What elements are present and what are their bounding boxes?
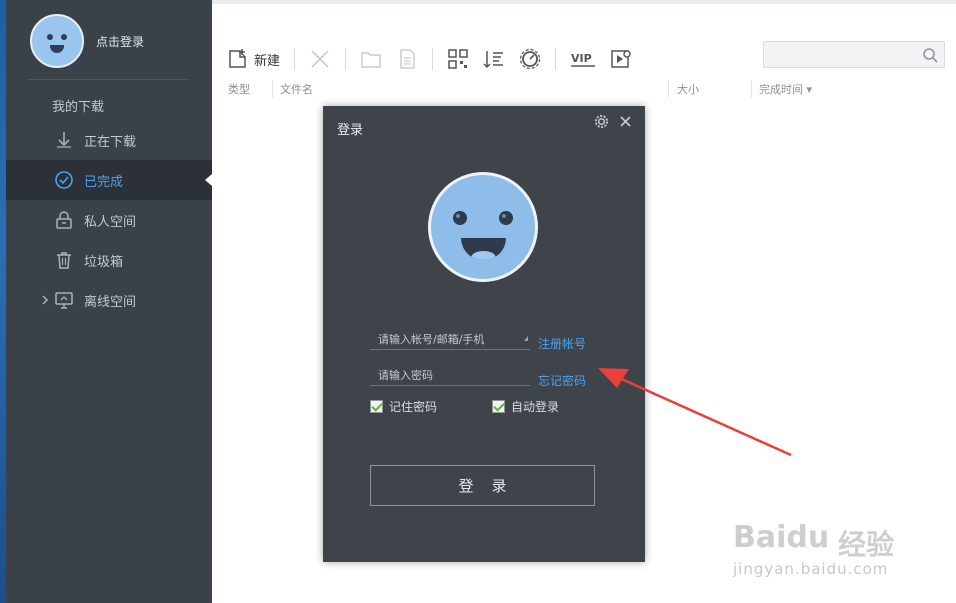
column-type[interactable]: 类型 <box>228 81 250 97</box>
download-arrow-icon <box>57 132 71 148</box>
search-icon[interactable] <box>922 47 938 63</box>
vip-icon: VIP <box>571 52 596 67</box>
lock-icon <box>56 211 72 229</box>
qr-code-icon <box>448 49 468 69</box>
toolbar: 新建 VIP <box>226 44 646 74</box>
sort-button[interactable] <box>483 45 505 73</box>
account-field[interactable] <box>370 326 530 350</box>
sort-list-icon <box>483 51 504 69</box>
column-header: 类型 文件名 大小 完成时间 ▾ <box>212 80 956 98</box>
sidebar-item-downloading[interactable]: 正在下载 <box>6 120 212 160</box>
svg-text:VIP: VIP <box>571 52 592 65</box>
chevron-right-icon[interactable] <box>40 293 50 307</box>
file-icon <box>400 49 415 69</box>
column-completed-time[interactable]: 完成时间 ▾ <box>759 81 812 97</box>
forgot-password-link[interactable]: 忘记密码 <box>538 372 586 389</box>
gear-icon[interactable] <box>594 114 609 129</box>
password-input[interactable] <box>378 366 518 384</box>
video-play-button[interactable] <box>610 45 632 73</box>
login-dialog: 登录 注册帐号 忘记密码 记住密码 自动登录 登录 <box>323 106 645 562</box>
play-search-icon <box>611 50 631 68</box>
column-filename[interactable]: 文件名 <box>280 81 313 97</box>
login-button[interactable]: 登录 <box>370 465 595 506</box>
section-title-my-downloads: 我的下载 <box>52 100 105 115</box>
open-file-button[interactable] <box>396 45 418 73</box>
sidebar-item-label: 已完成 <box>84 175 124 190</box>
delete-x-icon <box>311 50 329 68</box>
delete-button[interactable] <box>309 45 331 73</box>
dialog-title: 登录 <box>337 123 364 138</box>
close-icon[interactable] <box>619 115 632 128</box>
sidebar-item-trash[interactable]: 垃圾箱 <box>6 240 212 280</box>
remember-password-checkbox[interactable]: 记住密码 <box>370 398 437 415</box>
qr-code-button[interactable] <box>447 45 469 73</box>
checkbox-checked[interactable] <box>492 400 505 413</box>
column-size[interactable]: 大小 <box>677 81 699 97</box>
avatar[interactable] <box>30 14 84 68</box>
sidebar-item-completed[interactable]: 已完成 <box>6 160 212 200</box>
gauge-gear-icon <box>519 48 541 70</box>
trash-icon <box>57 252 71 269</box>
checkbox-checked[interactable] <box>370 400 383 413</box>
vip-button[interactable]: VIP <box>570 45 596 73</box>
account-input[interactable] <box>378 330 518 348</box>
sidebar-item-offline-space[interactable]: 离线空间 <box>6 280 212 320</box>
account-dropdown-icon[interactable] <box>524 336 528 341</box>
sidebar: 点击登录 我的下载 正在下载 已完成 私人空间 垃圾箱 离线空间 <box>6 0 212 603</box>
sidebar-item-label: 垃圾箱 <box>84 255 124 270</box>
divider <box>28 79 190 80</box>
new-task-button[interactable]: 新建 <box>226 45 280 73</box>
sidebar-item-private-space[interactable]: 私人空间 <box>6 200 212 240</box>
sidebar-item-label: 正在下载 <box>84 135 137 150</box>
cloud-monitor-icon <box>55 292 73 309</box>
open-folder-button[interactable] <box>360 45 382 73</box>
register-link[interactable]: 注册帐号 <box>538 335 586 352</box>
baidu-jingyan-watermark: Baidu 经验 jingyan.baidu.com <box>733 520 895 578</box>
search-box[interactable] <box>763 41 945 68</box>
sidebar-item-label: 离线空间 <box>84 295 137 310</box>
speed-limit-button[interactable] <box>519 45 541 73</box>
check-circle-icon <box>55 171 73 189</box>
sort-caret-icon: ▾ <box>806 83 813 96</box>
login-link[interactable]: 点击登录 <box>96 33 144 50</box>
new-file-icon <box>229 49 246 68</box>
auto-login-checkbox[interactable]: 自动登录 <box>492 398 559 415</box>
search-input[interactable] <box>770 45 920 65</box>
sidebar-item-label: 私人空间 <box>84 215 137 230</box>
password-field[interactable] <box>370 362 530 386</box>
folder-icon <box>361 52 381 68</box>
user-box: 点击登录 <box>6 0 212 80</box>
avatar <box>428 172 538 282</box>
